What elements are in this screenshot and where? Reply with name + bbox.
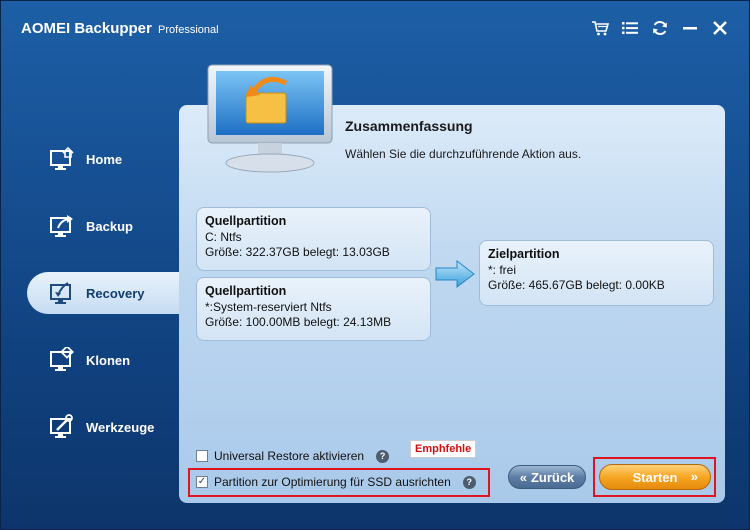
sidebar-item-label: Klonen: [86, 352, 131, 368]
source-partition-name: C: Ntfs: [205, 230, 242, 244]
backup-icon: [50, 215, 73, 237]
recovery-icon: [50, 282, 71, 304]
ssd-align-label: Partition zur Optimierung für SSD ausric…: [214, 475, 451, 489]
back-button[interactable]: « Zurück: [508, 465, 586, 489]
close-icon[interactable]: [711, 19, 729, 37]
sidebar-item-label: Recovery: [86, 285, 145, 301]
sidebar-item-werkzeuge[interactable]: Werkzeuge: [27, 406, 187, 448]
sidebar-item-label: Werkzeuge: [86, 419, 155, 435]
target-partition-name: *: frei: [488, 263, 517, 277]
cart-icon[interactable]: [591, 19, 609, 37]
arrow-right-icon: [435, 260, 475, 288]
target-partition-size: Größe: 465.67GB belegt: 0.00KB: [488, 278, 665, 292]
summary-subtitle: Wählen Sie die durchzuführende Aktion au…: [345, 147, 582, 161]
summary-title: Zusammenfassung: [345, 118, 473, 134]
target-partition-title: Zielpartition: [488, 247, 560, 261]
source-partition-card: Quellpartition C: Ntfs Größe: 322.37GB b…: [196, 207, 431, 271]
home-icon: [50, 146, 74, 170]
sidebar-item-klonen[interactable]: Klonen: [27, 339, 187, 381]
start-button-label: Starten: [632, 469, 678, 485]
universal-restore-option[interactable]: Universal Restore aktivieren ?: [196, 449, 390, 463]
minimize-icon[interactable]: [681, 19, 699, 37]
app-title: AOMEI Backupper Professional: [21, 20, 219, 37]
sidebar-item-backup[interactable]: Backup: [27, 205, 187, 247]
back-button-label: Zurück: [530, 469, 575, 485]
source-partition-name: *:System-reserviert Ntfs: [205, 300, 332, 314]
double-chevron-right-icon: »: [690, 469, 698, 484]
sidebar-item-home[interactable]: Home: [27, 138, 187, 180]
target-partition-card: Zielpartition *: frei Größe: 465.67GB be…: [479, 240, 714, 306]
source-partition-title: Quellpartition: [205, 284, 287, 298]
universal-restore-label: Universal Restore aktivieren: [214, 449, 365, 463]
title-bar: AOMEI Backupper Professional: [1, 1, 749, 59]
source-partition-size: Größe: 322.37GB belegt: 13.03GB: [205, 245, 390, 259]
ssd-align-option[interactable]: ✓ Partition zur Optimierung für SSD ausr…: [196, 475, 476, 489]
sidebar-item-label: Home: [86, 151, 123, 167]
source-partition-size: Größe: 100.00MB belegt: 24.13MB: [205, 315, 392, 329]
title-bar-controls: [591, 19, 729, 37]
monitor-restore-icon: [207, 64, 333, 173]
tools-icon: [50, 414, 73, 438]
source-partition-card: Quellpartition *:System-reserviert Ntfs …: [196, 277, 431, 341]
app-name: AOMEI Backupper: [21, 20, 152, 37]
sidebar-item-recovery[interactable]: Recovery: [27, 272, 185, 314]
refresh-icon[interactable]: [651, 19, 669, 37]
help-icon[interactable]: ?: [462, 475, 476, 489]
help-icon[interactable]: ?: [376, 449, 390, 463]
start-button[interactable]: Starten »: [599, 464, 711, 490]
source-partition-title: Quellpartition: [205, 214, 287, 228]
ssd-align-checkbox[interactable]: ✓: [196, 476, 208, 488]
app-edition: Professional: [158, 24, 219, 36]
sidebar-item-label: Backup: [86, 218, 133, 234]
clone-icon: [50, 347, 74, 371]
app-window: AOMEI Backupper Professional Home Backup…: [0, 0, 750, 530]
recommend-note: Emphfehle: [410, 440, 477, 458]
double-chevron-left-icon: «: [519, 469, 527, 485]
universal-restore-checkbox[interactable]: [196, 450, 208, 462]
menu-icon[interactable]: [621, 19, 639, 37]
